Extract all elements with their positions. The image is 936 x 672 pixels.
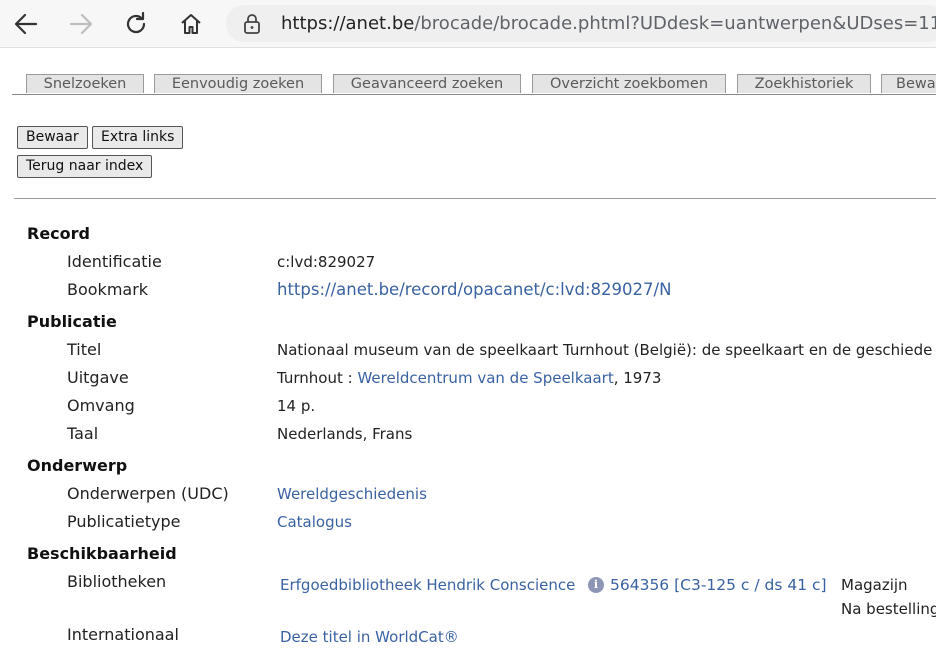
taal-value: Nederlands, Frans bbox=[277, 425, 413, 443]
identificatie-value: c:lvd:829027 bbox=[277, 253, 376, 271]
section-record: Record bbox=[27, 224, 90, 243]
udc-label: Onderwerpen (UDC) bbox=[67, 484, 229, 503]
internationaal-label: Internationaal bbox=[67, 625, 179, 644]
tab-bewaar[interactable]: Bewa bbox=[881, 74, 936, 93]
identificatie-label: Identificatie bbox=[67, 252, 162, 271]
publicatietype-link[interactable]: Catalogus bbox=[277, 513, 352, 531]
tab-geavanceerd-zoeken[interactable]: Geavanceerd zoeken bbox=[333, 74, 521, 93]
search-tabs: Snelzoeken Eenvoudig zoeken Geavanceerd … bbox=[12, 74, 936, 95]
divider bbox=[14, 198, 936, 199]
location-text: Magazijn bbox=[841, 576, 908, 594]
library-info-icon[interactable]: i bbox=[588, 575, 604, 593]
info-icon[interactable]: i bbox=[588, 577, 604, 593]
section-onderwerp: Onderwerp bbox=[27, 456, 128, 475]
bibliotheken-label: Bibliotheken bbox=[67, 572, 167, 591]
titel-label: Titel bbox=[67, 340, 102, 359]
library-link[interactable]: Erfgoedbibliotheek Hendrik Conscience bbox=[280, 576, 575, 594]
bookmark-label: Bookmark bbox=[67, 280, 149, 299]
worldcat-link[interactable]: Deze titel in WorldCat® bbox=[280, 628, 459, 646]
uitgave-publisher-link[interactable]: Wereldcentrum van de Speelkaart bbox=[357, 369, 613, 387]
taal-label: Taal bbox=[67, 424, 99, 443]
uitgave-label: Uitgave bbox=[67, 368, 129, 387]
browser-toolbar: https://anet.be/brocade/brocade.phtml?UD… bbox=[0, 0, 936, 48]
address-bar[interactable]: https://anet.be/brocade/brocade.phtml?UD… bbox=[226, 5, 936, 42]
uitgave-place: Turnhout : bbox=[277, 369, 358, 387]
udc-link[interactable]: Wereldgeschiedenis bbox=[277, 485, 427, 503]
publicatietype-label: Publicatietype bbox=[67, 512, 181, 531]
extra-links-button[interactable]: Extra links bbox=[92, 126, 184, 149]
uitgave-value: Turnhout : Wereldcentrum van de Speelkaa… bbox=[277, 369, 661, 387]
tab-eenvoudig-zoeken[interactable]: Eenvoudig zoeken bbox=[154, 74, 322, 93]
titel-value: Nationaal museum van de speelkaart Turnh… bbox=[277, 341, 933, 359]
section-beschikbaarheid: Beschikbaarheid bbox=[27, 544, 177, 563]
lock-icon[interactable] bbox=[242, 13, 262, 35]
home-icon[interactable] bbox=[175, 8, 207, 40]
terug-naar-index-button[interactable]: Terug naar index bbox=[17, 155, 153, 178]
url-text: https://anet.be/brocade/brocade.phtml?UD… bbox=[281, 13, 936, 34]
url-path: /brocade/brocade.phtml?UDdesk=uantwerpen… bbox=[414, 13, 936, 34]
bewaar-button[interactable]: Bewaar bbox=[17, 126, 88, 149]
url-host: https://anet.be bbox=[281, 13, 415, 34]
back-arrow-icon[interactable] bbox=[10, 8, 42, 40]
uitgave-year: , 1973 bbox=[613, 369, 662, 387]
tab-snelzoeken[interactable]: Snelzoeken bbox=[26, 74, 144, 93]
tab-overzicht-zoekbomen[interactable]: Overzicht zoekbomen bbox=[532, 74, 726, 93]
shelfmark-link[interactable]: 564356 [C3-125 c / ds 41 c] bbox=[610, 576, 827, 594]
status-text: Na bestelling bbox=[841, 600, 936, 618]
forward-arrow-icon[interactable] bbox=[65, 8, 97, 40]
omvang-label: Omvang bbox=[67, 396, 135, 415]
tab-zoekhistoriek[interactable]: Zoekhistoriek bbox=[737, 74, 871, 93]
reload-icon[interactable] bbox=[120, 8, 152, 40]
bookmark-link[interactable]: https://anet.be/record/opacanet/c:lvd:82… bbox=[277, 280, 671, 299]
omvang-value: 14 p. bbox=[277, 397, 316, 415]
section-publicatie: Publicatie bbox=[27, 312, 117, 331]
